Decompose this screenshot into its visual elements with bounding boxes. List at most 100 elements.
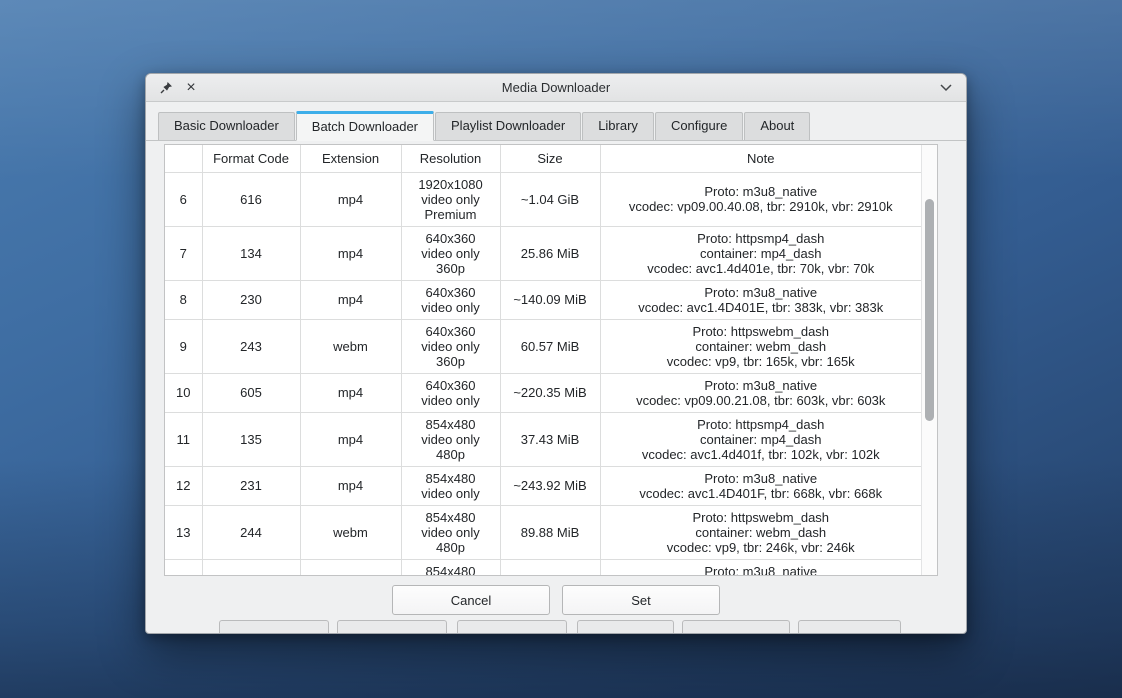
cell-extension: mp4 bbox=[300, 226, 401, 280]
cell-format-code: 134 bbox=[202, 226, 300, 280]
cell-note: Proto: m3u8_nativevcodec: vp09.00.21.08,… bbox=[600, 373, 921, 412]
table-row[interactable]: 9243webm640x360video only360p60.57 MiBPr… bbox=[165, 319, 921, 373]
column-header-size[interactable]: Size bbox=[500, 145, 600, 172]
tab-batch-downloader[interactable]: Batch Downloader bbox=[296, 111, 434, 141]
table-row[interactable]: 8230mp4640x360video only~140.09 MiBProto… bbox=[165, 280, 921, 319]
cell-resolution: 640x360video only bbox=[401, 280, 500, 319]
cell-extension bbox=[300, 559, 401, 575]
cell-size: 89.88 MiB bbox=[500, 505, 600, 559]
tab-bar: Basic DownloaderBatch DownloaderPlaylist… bbox=[146, 102, 966, 141]
cancel-button[interactable]: Cancel bbox=[392, 585, 550, 615]
table-row[interactable]: 6616mp41920x1080video onlyPremium~1.04 G… bbox=[165, 172, 921, 226]
table-row[interactable]: 10605mp4640x360video only~220.35 MiBProt… bbox=[165, 373, 921, 412]
clipped-button bbox=[577, 620, 674, 633]
row-index: 7 bbox=[165, 226, 202, 280]
format-table-frame: Format CodeExtensionResolutionSizeNote 6… bbox=[164, 144, 938, 576]
clipped-button bbox=[219, 620, 329, 633]
cell-extension: mp4 bbox=[300, 373, 401, 412]
row-index: 8 bbox=[165, 280, 202, 319]
row-index: 13 bbox=[165, 505, 202, 559]
cell-extension: mp4 bbox=[300, 280, 401, 319]
column-header-resolution[interactable]: Resolution bbox=[401, 145, 500, 172]
window-title: Media Downloader bbox=[146, 80, 966, 95]
cell-note: Proto: httpswebm_dashcontainer: webm_das… bbox=[600, 319, 921, 373]
cell-resolution: 854x480video only bbox=[401, 466, 500, 505]
cell-note: Proto: m3u8_nativevcodec: avc1.4D401E, t… bbox=[600, 280, 921, 319]
cell-resolution: 854x480video only480p bbox=[401, 505, 500, 559]
clipped-button bbox=[457, 620, 567, 633]
cell-resolution: 640x360video only360p bbox=[401, 319, 500, 373]
desktop-background: × Media Downloader Basic DownloaderBatch… bbox=[0, 0, 1122, 698]
tab-playlist-downloader[interactable]: Playlist Downloader bbox=[435, 112, 581, 140]
cell-extension: mp4 bbox=[300, 412, 401, 466]
cell-format-code bbox=[202, 559, 300, 575]
cell-size: ~243.92 MiB bbox=[500, 466, 600, 505]
cell-extension: webm bbox=[300, 319, 401, 373]
table-row[interactable]: 11135mp4854x480video only480p37.43 MiBPr… bbox=[165, 412, 921, 466]
tab-basic-downloader[interactable]: Basic Downloader bbox=[158, 112, 295, 140]
format-table: Format CodeExtensionResolutionSizeNote 6… bbox=[165, 145, 921, 575]
media-downloader-window: × Media Downloader Basic DownloaderBatch… bbox=[145, 73, 967, 634]
close-icon[interactable]: × bbox=[183, 80, 199, 96]
scrollbar-thumb[interactable] bbox=[925, 199, 934, 421]
titlebar[interactable]: × Media Downloader bbox=[146, 74, 966, 102]
table-header-row: Format CodeExtensionResolutionSizeNote bbox=[165, 145, 921, 172]
cell-resolution: 640x360video only bbox=[401, 373, 500, 412]
header-corner bbox=[165, 145, 202, 172]
tab-about[interactable]: About bbox=[744, 112, 810, 140]
column-header-extension[interactable]: Extension bbox=[300, 145, 401, 172]
row-index: 6 bbox=[165, 172, 202, 226]
cell-note: Proto: httpsmp4_dashcontainer: mp4_dashv… bbox=[600, 226, 921, 280]
chevron-down-icon[interactable] bbox=[938, 80, 954, 96]
table-row[interactable]: 13244webm854x480video only480p89.88 MiBP… bbox=[165, 505, 921, 559]
row-index: 9 bbox=[165, 319, 202, 373]
cell-note: Proto: m3u8_nativevcodec: vp09.00.40.08,… bbox=[600, 172, 921, 226]
cell-resolution: 854x480video only480p bbox=[401, 412, 500, 466]
cell-size: 60.57 MiB bbox=[500, 319, 600, 373]
cell-format-code: 243 bbox=[202, 319, 300, 373]
row-index: 10 bbox=[165, 373, 202, 412]
dialog-button-row: Cancel Set bbox=[164, 585, 948, 615]
clipped-button bbox=[682, 620, 790, 633]
tab-library[interactable]: Library bbox=[582, 112, 654, 140]
cell-note: Proto: m3u8_native bbox=[600, 559, 921, 575]
column-header-format-code[interactable]: Format Code bbox=[202, 145, 300, 172]
table-row[interactable]: 854x480 Proto: m3u8_native bbox=[165, 559, 921, 575]
cell-format-code: 230 bbox=[202, 280, 300, 319]
cell-size: ~1.04 GiB bbox=[500, 172, 600, 226]
vertical-scrollbar[interactable] bbox=[921, 145, 937, 575]
cell-extension: webm bbox=[300, 505, 401, 559]
table-row[interactable]: 7134mp4640x360video only360p25.86 MiBPro… bbox=[165, 226, 921, 280]
cell-format-code: 616 bbox=[202, 172, 300, 226]
cell-note: Proto: httpsmp4_dashcontainer: mp4_dashv… bbox=[600, 412, 921, 466]
cell-size: ~220.35 MiB bbox=[500, 373, 600, 412]
row-index bbox=[165, 559, 202, 575]
cell-extension: mp4 bbox=[300, 172, 401, 226]
table-row[interactable]: 12231mp4854x480video only~243.92 MiBProt… bbox=[165, 466, 921, 505]
clipped-button bbox=[798, 620, 901, 633]
column-header-note[interactable]: Note bbox=[600, 145, 921, 172]
format-table-body: 6616mp41920x1080video onlyPremium~1.04 G… bbox=[165, 172, 921, 575]
batch-downloader-page: Format CodeExtensionResolutionSizeNote 6… bbox=[146, 141, 966, 615]
cell-size: 25.86 MiB bbox=[500, 226, 600, 280]
cell-resolution: 1920x1080video onlyPremium bbox=[401, 172, 500, 226]
format-table-viewport: Format CodeExtensionResolutionSizeNote 6… bbox=[165, 145, 921, 575]
cell-format-code: 605 bbox=[202, 373, 300, 412]
row-index: 12 bbox=[165, 466, 202, 505]
set-button[interactable]: Set bbox=[562, 585, 720, 615]
cell-resolution: 640x360video only360p bbox=[401, 226, 500, 280]
cell-size bbox=[500, 559, 600, 575]
cell-size: ~140.09 MiB bbox=[500, 280, 600, 319]
cell-format-code: 135 bbox=[202, 412, 300, 466]
row-index: 11 bbox=[165, 412, 202, 466]
cell-resolution: 854x480 bbox=[401, 559, 500, 575]
cell-format-code: 231 bbox=[202, 466, 300, 505]
cell-extension: mp4 bbox=[300, 466, 401, 505]
cell-size: 37.43 MiB bbox=[500, 412, 600, 466]
tab-configure[interactable]: Configure bbox=[655, 112, 743, 140]
clipped-button bbox=[337, 620, 447, 633]
pin-icon[interactable] bbox=[158, 80, 174, 96]
cell-format-code: 244 bbox=[202, 505, 300, 559]
cell-note: Proto: m3u8_nativevcodec: avc1.4D401F, t… bbox=[600, 466, 921, 505]
cell-note: Proto: httpswebm_dashcontainer: webm_das… bbox=[600, 505, 921, 559]
